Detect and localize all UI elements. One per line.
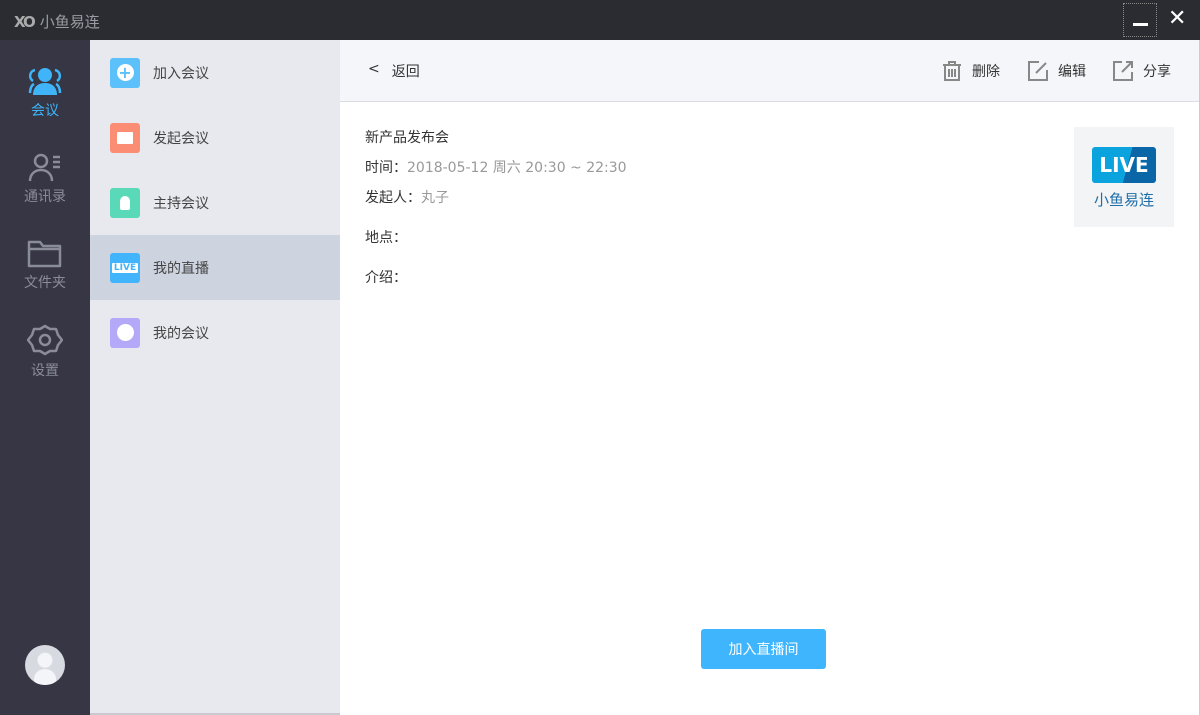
edit-icon [1028, 61, 1048, 81]
edit-label: 编辑 [1058, 64, 1086, 80]
event-host: 发起人：丸子 [365, 187, 449, 207]
event-location: 地点： [365, 230, 407, 246]
share-button[interactable]: 分享 [1112, 60, 1171, 82]
nav-label: 文件夹 [24, 275, 66, 291]
event-intro: 介绍： [365, 270, 407, 286]
event-title: 新产品发布会 [365, 130, 449, 146]
nav-label: 通讯录 [24, 189, 66, 205]
share-label: 分享 [1143, 64, 1171, 80]
title-bar: XO 小鱼易连 ✕ [0, 0, 1200, 40]
submenu-label: 我的会议 [153, 325, 209, 342]
back-label: 返回 [391, 64, 420, 80]
chevron-left-icon: < [368, 61, 380, 77]
app-title: 小鱼易连 [39, 13, 100, 31]
people-icon [28, 68, 62, 95]
submenu-join-meeting[interactable]: + 加入会议 [90, 40, 340, 105]
plus-circle-icon: + [110, 57, 140, 88]
submenu-label: 我的直播 [153, 260, 209, 277]
submenu-host-meeting[interactable]: 主持会议 [90, 170, 340, 235]
meeting-submenu: + 加入会议 发起会议 主持会议 LIVE 我的直播 我的会议 [90, 40, 340, 715]
envelope-plus-icon [110, 122, 140, 153]
submenu-my-meetings[interactable]: 我的会议 [90, 300, 340, 365]
edit-button[interactable]: 编辑 [1027, 60, 1086, 82]
host-value: 丸子 [421, 190, 449, 206]
submenu-start-meeting[interactable]: 发起会议 [90, 105, 340, 170]
folder-icon [27, 240, 62, 268]
live-brand: 小鱼易连 [1093, 191, 1154, 209]
clock-icon [110, 317, 140, 348]
submenu-label: 加入会议 [153, 65, 209, 82]
share-icon [1113, 61, 1133, 81]
time-label: 时间： [365, 160, 407, 176]
submenu-label: 发起会议 [153, 130, 209, 147]
people-icon [110, 187, 140, 218]
nav-meetings[interactable]: 会议 [0, 66, 90, 120]
time-value: 2018-05-12 周六 20:30 ~ 22:30 [407, 160, 627, 176]
logo-icon: XO [14, 12, 36, 31]
back-button[interactable]: < 返回 [368, 61, 420, 81]
submenu-label: 主持会议 [153, 195, 209, 212]
main-nav: 会议 通讯录 文件夹 设置 [0, 40, 90, 715]
user-avatar[interactable] [25, 645, 65, 685]
host-label: 发起人： [365, 190, 421, 206]
nav-label: 会议 [31, 103, 59, 119]
delete-button[interactable]: 删除 [941, 60, 1000, 82]
contacts-icon [28, 153, 60, 182]
app-logo: XO 小鱼易连 [14, 11, 100, 32]
close-button[interactable]: ✕ [1168, 6, 1186, 31]
live-icon: LIVE [110, 252, 140, 283]
join-live-button[interactable]: 加入直播间 [701, 629, 826, 669]
gear-icon [27, 324, 63, 356]
nav-label: 设置 [31, 363, 59, 379]
delete-label: 删除 [972, 64, 1000, 80]
detail-header: < 返回 删除 编辑 分享 [340, 40, 1200, 102]
submenu-my-live[interactable]: LIVE 我的直播 [90, 235, 340, 300]
nav-contacts[interactable]: 通讯录 [0, 152, 90, 206]
event-time: 时间：2018-05-12 周六 20:30 ~ 22:30 [365, 157, 627, 177]
trash-icon [943, 61, 961, 81]
live-cover: LIVE 小鱼易连 [1074, 127, 1174, 227]
live-badge: LIVE [1092, 147, 1156, 183]
nav-settings[interactable]: 设置 [0, 324, 90, 380]
minimize-button[interactable] [1123, 3, 1157, 37]
nav-folder[interactable]: 文件夹 [0, 238, 90, 292]
